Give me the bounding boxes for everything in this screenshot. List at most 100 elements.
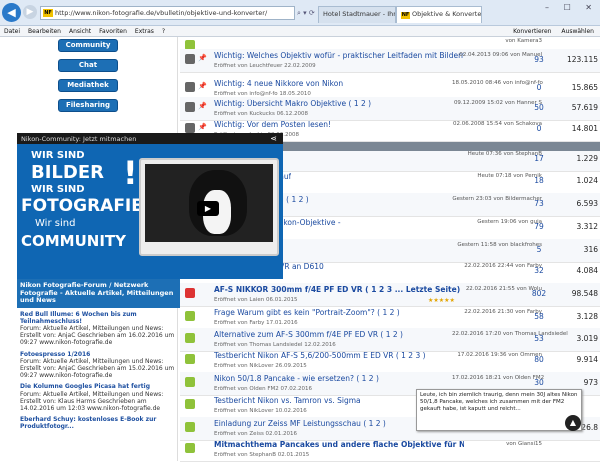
view-count: 3.128: [576, 312, 598, 321]
reply-count[interactable]: 53: [520, 334, 558, 343]
reply-count[interactable]: 0: [520, 124, 558, 133]
tab-hotel[interactable]: Hotel Stadtmauer - Ihr Zuhaus...: [318, 6, 396, 23]
video-frame[interactable]: WIR SIND BILDER WIR SIND FOTOGRAFIE Wir …: [17, 144, 283, 279]
konvertieren-button[interactable]: Konvertieren: [513, 28, 551, 35]
thread-title-link[interactable]: Mitmachthema Pancakes und andere flache …: [214, 440, 464, 449]
view-count: 15.865: [571, 83, 598, 92]
video-overlay[interactable]: Nikon-Community: Jetzt mitmachen ⋖ WIR S…: [17, 133, 283, 279]
view-count: 973: [583, 378, 598, 387]
scroll-to-top-button[interactable]: ▲: [565, 415, 581, 431]
thread-title-link[interactable]: Testbericht Nikon vs. Tamron vs. Sigma: [214, 396, 361, 405]
news-title-link[interactable]: Red Bull Illume: 6 Wochen bis zum Teilna…: [20, 311, 177, 325]
reply-count[interactable]: 802: [520, 289, 558, 298]
thread-row[interactable]: 📌 Wichtig: Welches Objektiv wofür - prakt…: [180, 49, 600, 73]
thread-starter: Eröffnet von NikLover 26.09.2015: [214, 363, 307, 369]
news-title-link[interactable]: Die Kolumne Googles Picasa hat fertig: [20, 383, 177, 390]
thread-starter: Eröffnet von NikLover 10.02.2016: [214, 408, 307, 414]
thread-status-icon: [185, 311, 195, 321]
view-count: 1.024: [576, 176, 598, 185]
thread-title-link[interactable]: Wichtig: 4 neue Nikkore von Nikon: [214, 79, 343, 88]
news-item[interactable]: Red Bull Illume: 6 Wochen bis zum Teilna…: [17, 308, 180, 348]
forward-button[interactable]: ▶: [23, 5, 37, 19]
thread-row[interactable]: Mitmachthema Pancakes und andere flache …: [180, 438, 600, 462]
menu-help[interactable]: ?: [162, 28, 165, 35]
reply-count[interactable]: 32: [520, 266, 558, 275]
thread-status-icon: [185, 333, 195, 343]
menu-ansicht[interactable]: Ansicht: [69, 28, 91, 35]
auswaehlen-button[interactable]: Auswählen: [561, 28, 594, 35]
share-icon[interactable]: ⋖: [270, 134, 277, 143]
view-count: 57.619: [571, 103, 598, 112]
thread-status-icon: [185, 354, 195, 364]
reply-count[interactable]: 30: [520, 378, 558, 387]
video-screen: ▶: [145, 164, 273, 242]
chat-button[interactable]: Chat: [58, 59, 118, 72]
reply-count[interactable]: 5: [520, 245, 558, 254]
thread-title-link[interactable]: AF-S NIKKOR 300mm f/4E PF ED VR ( 1 2 3 …: [214, 285, 460, 294]
thread-starter: Eröffnet von Olden FM2 07.02.2016: [214, 386, 313, 392]
reply-count[interactable]: 50: [520, 103, 558, 112]
promo-line: WIR SIND: [31, 184, 85, 195]
community-button[interactable]: Community: [58, 39, 118, 52]
news-meta: Forum: Aktuelle Artikel, Mitteilungen un…: [20, 324, 175, 347]
reply-count[interactable]: 58: [520, 312, 558, 321]
news-meta: Forum: Aktuelle Artikel, Mitteilungen un…: [20, 390, 164, 412]
news-item[interactable]: Fotoespresso 1/2016 Forum: Aktuelle Artik…: [17, 348, 180, 381]
back-button[interactable]: ◀: [2, 3, 21, 22]
thread-title-link[interactable]: Testbericht Nikon AF-S 5,6/200-500mm E E…: [214, 351, 426, 360]
browser-toolbar: ◀ ▶ NF http://www.nikon-fotografie.de/vbu…: [0, 0, 600, 26]
thread-status-icon: [185, 422, 195, 432]
window-controls[interactable]: – ☐ ✕: [545, 3, 598, 12]
play-button[interactable]: ▶: [197, 201, 219, 216]
view-count: 123.115: [566, 55, 598, 64]
reply-count[interactable]: 0: [520, 83, 558, 92]
thread-preview-tooltip: Leute, ich bin ziemlich traurig, denn me…: [416, 389, 582, 431]
thread-type-icon: 📌: [198, 54, 207, 62]
promo-line: FOTOGRAFIE: [21, 196, 143, 216]
reply-count[interactable]: 93: [520, 55, 558, 64]
news-title-link[interactable]: Eberhard Schuy: kostenloses E-Book zur P…: [20, 416, 177, 430]
thread-status-icon: [185, 288, 195, 298]
mediathek-button[interactable]: Mediathek: [58, 79, 118, 92]
news-item[interactable]: Eberhard Schuy: kostenloses E-Book zur P…: [17, 413, 180, 431]
news-panel: Nikon Fotografie-Forum / Netzwerk Fotogr…: [17, 279, 180, 461]
tab-favicon-icon: NF: [401, 12, 410, 19]
menu-datei[interactable]: Datei: [4, 28, 20, 35]
filesharing-button[interactable]: Filesharing: [58, 99, 118, 112]
news-title-link[interactable]: Fotoespresso 1/2016: [20, 351, 177, 358]
menu-favoriten[interactable]: Favoriten: [99, 28, 127, 35]
thread-row[interactable]: Testbericht Nikon AF-S 5,6/200-500mm E E…: [180, 349, 600, 373]
menu-bearbeiten[interactable]: Bearbeiten: [28, 28, 61, 35]
reply-count[interactable]: 80: [520, 355, 558, 364]
thread-type-icon: 📌: [198, 102, 207, 110]
tab-objektive[interactable]: NFObjektive & Konverter - Nik...: [396, 6, 482, 23]
reply-count[interactable]: 17: [520, 154, 558, 163]
thread-status-icon: [185, 377, 195, 387]
thread-starter: Eröffnet von StephanB 02.01.2015: [214, 452, 310, 458]
thread-title-link[interactable]: Wichtig: Welches Objektiv wofür - prakti…: [214, 51, 464, 60]
reply-count[interactable]: 79: [520, 222, 558, 231]
thread-title-link[interactable]: Wichtig: Vor dem Posten lesen!: [214, 120, 331, 129]
thread-row[interactable]: AF-S NIKKOR 300mm f/4E PF ED VR ( 1 2 3 …: [180, 283, 600, 307]
thread-row[interactable]: Frage Warum gibt es kein "Portrait-Zoom"…: [180, 306, 600, 330]
thread-title-link[interactable]: Alternative zum AF-S 300mm f/4E PF ED VR…: [214, 330, 403, 339]
thread-title-link[interactable]: Nikon 50/1.8 Pancake - wie ersetzen? ( 1…: [214, 374, 379, 383]
lock-icon: [185, 82, 195, 92]
thread-starter: Eröffnet von Zeiss 02.01.2016: [214, 431, 298, 437]
reply-count[interactable]: 18: [520, 176, 558, 185]
thread-title-link[interactable]: Einladung zur Zeiss MF Leistungsschau ( …: [214, 419, 386, 428]
rating-stars: ★★★★★: [428, 297, 455, 304]
news-item[interactable]: Die Kolumne Googles Picasa hat fertig For…: [17, 380, 180, 413]
view-count: 3.019: [576, 334, 598, 343]
reply-count[interactable]: 73: [520, 199, 558, 208]
promo-line: BILDER: [31, 162, 104, 183]
view-count: 98.548: [571, 289, 598, 298]
view-count: 3.312: [576, 222, 598, 231]
menu-extras[interactable]: Extras: [135, 28, 154, 35]
thread-title-link[interactable]: Frage Warum gibt es kein "Portrait-Zoom"…: [214, 308, 400, 317]
promo-line: COMMUNITY: [21, 232, 127, 250]
thread-title-link[interactable]: Wichtig: Übersicht Makro Objektive ( 1 2…: [214, 99, 371, 108]
thread-starter: Eröffnet von Thomas Landsiedel 12.02.201…: [214, 342, 336, 348]
view-count: 14.801: [571, 124, 598, 133]
address-bar[interactable]: NF http://www.nikon-fotografie.de/vbullet…: [40, 6, 295, 20]
